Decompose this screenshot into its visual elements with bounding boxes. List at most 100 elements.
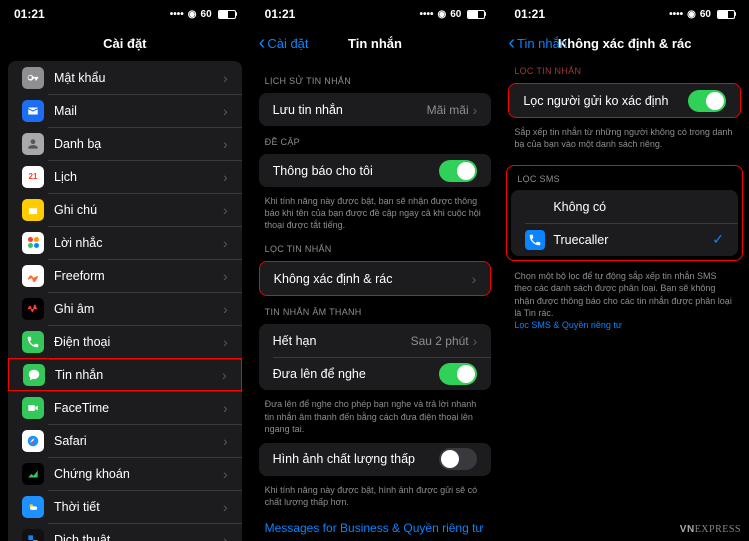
screen-settings: 01:21 •••• ◉ 60 Cài đặt Mật khẩu›Mail›Da… <box>0 0 250 541</box>
chevron-right-icon: › <box>223 103 228 119</box>
row-low-quality[interactable]: Hình ảnh chất lượng thấp <box>259 443 492 476</box>
chevron-right-icon: › <box>223 70 228 86</box>
settings-row-translate[interactable]: Dịch thuật› <box>8 523 242 541</box>
settings-row-notes[interactable]: Ghi chú› <box>8 193 242 226</box>
battery-icon <box>717 10 735 19</box>
settings-row-calendar[interactable]: 21Lịch› <box>8 160 242 193</box>
freeform-icon <box>22 265 44 287</box>
settings-row-weather[interactable]: Thời tiết› <box>8 490 242 523</box>
row-notify-me[interactable]: Thông báo cho tôi <box>259 154 492 187</box>
wifi-icon: ◉ <box>437 9 446 20</box>
settings-row-key[interactable]: Mật khẩu› <box>8 61 242 94</box>
signal-icon: •••• <box>170 9 184 20</box>
messages-settings[interactable]: LỊCH SỬ TIN NHẮN Lưu tin nhắn Mãi mãi › … <box>251 58 500 541</box>
section-filter: LỌC TIN NHẮN <box>251 236 500 258</box>
checkmark-icon: ✓ <box>712 231 724 248</box>
status-bar: 01:21 •••• ◉ 60 <box>251 0 500 28</box>
voice-icon <box>22 298 44 320</box>
status-bar: 01:21 •••• ◉ 60 <box>0 0 250 28</box>
battery-percent: 60 <box>700 9 711 20</box>
footer-lowq: Khi tính năng này được bật, hình ảnh đượ… <box>251 479 500 513</box>
nav-bar: Tin nhắn Không xác định & rác <box>500 28 749 58</box>
link-sms-privacy[interactable]: Lọc SMS & Quyền riêng tư <box>514 320 622 330</box>
settings-row-voice[interactable]: Ghi âm› <box>8 292 242 325</box>
section-audio: TIN NHẮN ÂM THANH <box>251 299 500 321</box>
battery-icon <box>218 10 236 19</box>
signal-icon: •••• <box>419 9 433 20</box>
chevron-right-icon: › <box>223 202 228 218</box>
row-filter-truecaller[interactable]: Truecaller ✓ <box>511 223 738 256</box>
row-keep-messages[interactable]: Lưu tin nhắn Mãi mãi › <box>259 93 492 126</box>
settings-row-facetime[interactable]: FaceTime› <box>8 391 242 424</box>
chevron-right-icon: › <box>472 271 477 287</box>
safari-icon <box>22 430 44 452</box>
chevron-right-icon: › <box>223 532 228 541</box>
back-button[interactable]: Cài đặt <box>259 36 309 51</box>
reminders-icon <box>22 232 44 254</box>
screen-messages: 01:21 •••• ◉ 60 Cài đặt Tin nhắn LỊCH SỬ… <box>250 0 500 541</box>
settings-row-stocks[interactable]: Chứng khoán› <box>8 457 242 490</box>
wifi-icon: ◉ <box>188 9 197 20</box>
status-indicators: •••• ◉ 60 <box>170 9 236 20</box>
calendar-icon: 21 <box>22 166 44 188</box>
chevron-right-icon: › <box>473 333 478 349</box>
chevron-right-icon: › <box>222 367 227 383</box>
signal-icon: •••• <box>669 9 683 20</box>
settings-row-mail[interactable]: Mail› <box>8 94 242 127</box>
settings-row-phone[interactable]: Điện thoại› <box>8 325 242 358</box>
chevron-right-icon: › <box>223 466 228 482</box>
chevron-right-icon: › <box>223 169 228 185</box>
row-raise-to-listen[interactable]: Đưa lên để nghe <box>259 357 492 390</box>
key-icon <box>22 67 44 89</box>
screen-unknown-spam: 01:21 •••• ◉ 60 Tin nhắn Không xác định … <box>499 0 749 541</box>
section-filter-messages: LỌC TIN NHẮN <box>500 58 749 80</box>
settings-row-message[interactable]: Tin nhắn› <box>8 358 242 391</box>
wifi-icon: ◉ <box>687 9 696 20</box>
row-filter-none[interactable]: Không có <box>511 190 738 223</box>
chevron-right-icon: › <box>223 499 228 515</box>
nav-bar: Cài đặt <box>0 28 250 58</box>
settings-row-reminders[interactable]: Lời nhắc› <box>8 226 242 259</box>
settings-list[interactable]: Mật khẩu›Mail›Danh bạ›21Lịch›Ghi chú›Lời… <box>0 58 250 541</box>
back-button[interactable]: Tin nhắn <box>508 36 567 51</box>
chevron-right-icon: › <box>223 301 228 317</box>
battery-icon <box>467 10 485 19</box>
filter-settings[interactable]: LỌC TIN NHẮN Lọc người gửi ko xác định S… <box>500 58 749 541</box>
status-indicators: •••• ◉ 60 <box>419 9 485 20</box>
battery-percent: 60 <box>201 9 212 20</box>
chevron-right-icon: › <box>223 136 228 152</box>
watermark: VNEXPRESS <box>680 524 741 535</box>
page-title: Tin nhắn <box>348 36 402 51</box>
link-business-privacy[interactable]: Messages for Business & Quyền riêng tư <box>251 513 500 541</box>
row-unknown-spam[interactable]: Không xác định & rác › <box>260 262 491 295</box>
chevron-right-icon: › <box>223 334 228 350</box>
toggle-raise[interactable] <box>439 363 477 385</box>
chevron-right-icon: › <box>223 268 228 284</box>
status-time: 01:21 <box>14 7 45 21</box>
toggle-lowq[interactable] <box>439 448 477 470</box>
settings-row-freeform[interactable]: Freeform› <box>8 259 242 292</box>
status-indicators: •••• ◉ 60 <box>669 9 735 20</box>
stocks-icon <box>22 463 44 485</box>
status-time: 01:21 <box>514 7 545 21</box>
contacts-icon <box>22 133 44 155</box>
section-sms-filter: LỌC SMS <box>507 166 742 188</box>
toggle-filter-unknown[interactable] <box>688 90 726 112</box>
row-filter-unknown[interactable]: Lọc người gửi ko xác định <box>509 84 740 117</box>
toggle-notify[interactable] <box>439 160 477 182</box>
section-mention: ĐỀ CẬP <box>251 129 500 151</box>
settings-row-safari[interactable]: Safari› <box>8 424 242 457</box>
row-expire[interactable]: Hết hạn Sau 2 phút › <box>259 324 492 357</box>
status-time: 01:21 <box>265 7 296 21</box>
weather-icon <box>22 496 44 518</box>
footer-notify: Khi tính năng này được bật, bạn sẽ nhận … <box>251 190 500 236</box>
notes-icon <box>22 199 44 221</box>
none-icon <box>525 197 545 217</box>
truecaller-icon <box>525 230 545 250</box>
nav-bar: Cài đặt Tin nhắn <box>251 28 500 58</box>
chevron-right-icon: › <box>223 235 228 251</box>
page-title: Không xác định & rác <box>558 36 692 51</box>
settings-row-contacts[interactable]: Danh bạ› <box>8 127 242 160</box>
message-icon <box>23 364 45 386</box>
battery-percent: 60 <box>450 9 461 20</box>
